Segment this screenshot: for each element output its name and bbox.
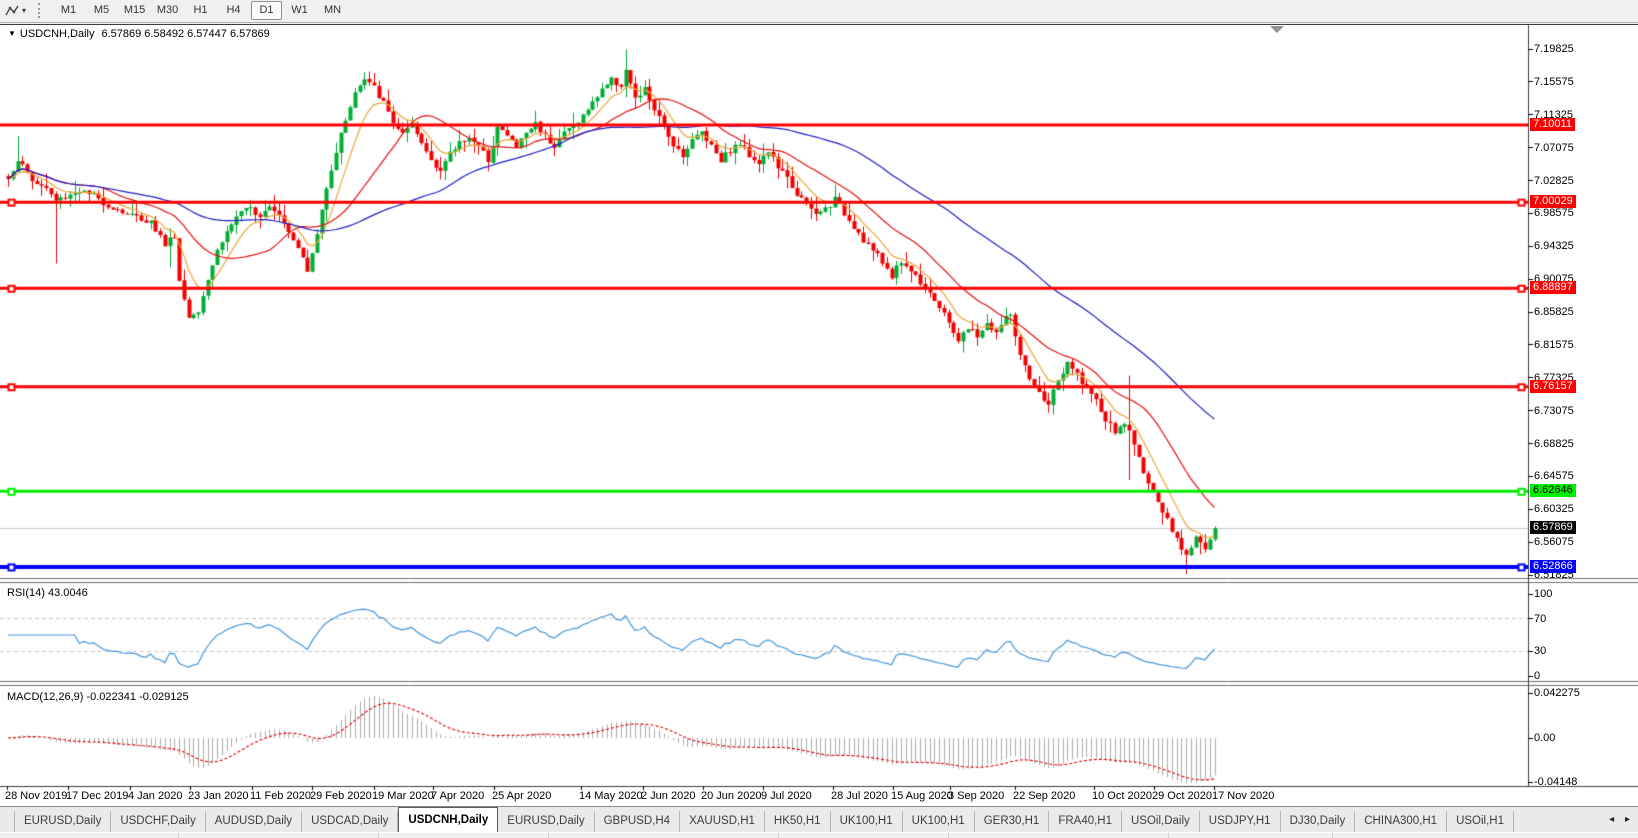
chart-tab-audusd-daily[interactable]: AUDUSD,Daily [206, 811, 302, 832]
chart-tab-fra40-h1[interactable]: FRA40,H1 [1049, 811, 1122, 832]
tab-scroll-arrows[interactable]: ◂ ▸ [1609, 814, 1634, 825]
chart-tab-ger30-h1[interactable]: GER30,H1 [975, 811, 1050, 832]
timeframe-button-mn[interactable]: MN [317, 1, 348, 20]
chart-tab-dj30-daily[interactable]: DJ30,Daily [1281, 811, 1356, 832]
status-strip [0, 832, 1638, 838]
timeframe-button-w1[interactable]: W1 [284, 1, 315, 20]
chart-tab-eurusd-daily[interactable]: EURUSD,Daily [14, 811, 111, 832]
timeframe-button-m15[interactable]: M15 [119, 1, 150, 20]
chart-tab-usdchf-daily[interactable]: USDCHF,Daily [111, 811, 205, 832]
line-studies-dropdown[interactable]: ▾ [3, 2, 28, 20]
chart-tabs-bar: EURUSD,DailyUSDCHF,DailyAUDUSD,DailyUSDC… [0, 806, 1638, 832]
trading-terminal: ▾ M1M5M15M30H1H4D1W1MN ▼USDCNH,Daily6.57… [0, 0, 1638, 838]
window-divider [0, 22, 1638, 23]
timeframe-buttons: M1M5M15M30H1H4D1W1MN [52, 1, 349, 20]
timeframe-button-d1[interactable]: D1 [251, 1, 282, 20]
chart-tab-eurusd-daily[interactable]: EURUSD,Daily [498, 811, 594, 832]
timeframe-button-m1[interactable]: M1 [53, 1, 84, 20]
chevron-down-icon: ▾ [22, 6, 26, 15]
timeframe-button-h1[interactable]: H1 [185, 1, 216, 20]
chart-tab-usdjpy-h1[interactable]: USDJPY,H1 [1200, 811, 1281, 832]
toolbar: ▾ M1M5M15M30H1H4D1W1MN [0, 0, 1638, 21]
chart-tab-china300-h1[interactable]: CHINA300,H1 [1355, 811, 1447, 832]
chart-tab-hk50-h1[interactable]: HK50,H1 [765, 811, 831, 832]
timeframe-button-m5[interactable]: M5 [86, 1, 117, 20]
timeframe-button-m30[interactable]: M30 [152, 1, 183, 20]
chart-window[interactable] [0, 25, 1638, 806]
chart-tab-gbpusd-h4[interactable]: GBPUSD,H4 [595, 811, 680, 832]
chart-tab-xauusd-h1[interactable]: XAUUSD,H1 [680, 811, 765, 832]
chart-tab-usoil-daily[interactable]: USOil,Daily [1122, 811, 1200, 832]
chart-tab-uk100-h1[interactable]: UK100,H1 [831, 811, 903, 832]
chart-tab-usoil-h1[interactable]: USOil,H1 [1447, 811, 1514, 832]
chart-tab-usdcad-daily[interactable]: USDCAD,Daily [302, 811, 398, 832]
chart-tab-uk100-h1[interactable]: UK100,H1 [903, 811, 975, 832]
timeframe-button-h4[interactable]: H4 [218, 1, 249, 20]
chart-tab-usdcnh-daily[interactable]: USDCNH,Daily [398, 807, 498, 832]
toolbar-grip [38, 3, 44, 18]
line-studies-icon [5, 4, 20, 18]
